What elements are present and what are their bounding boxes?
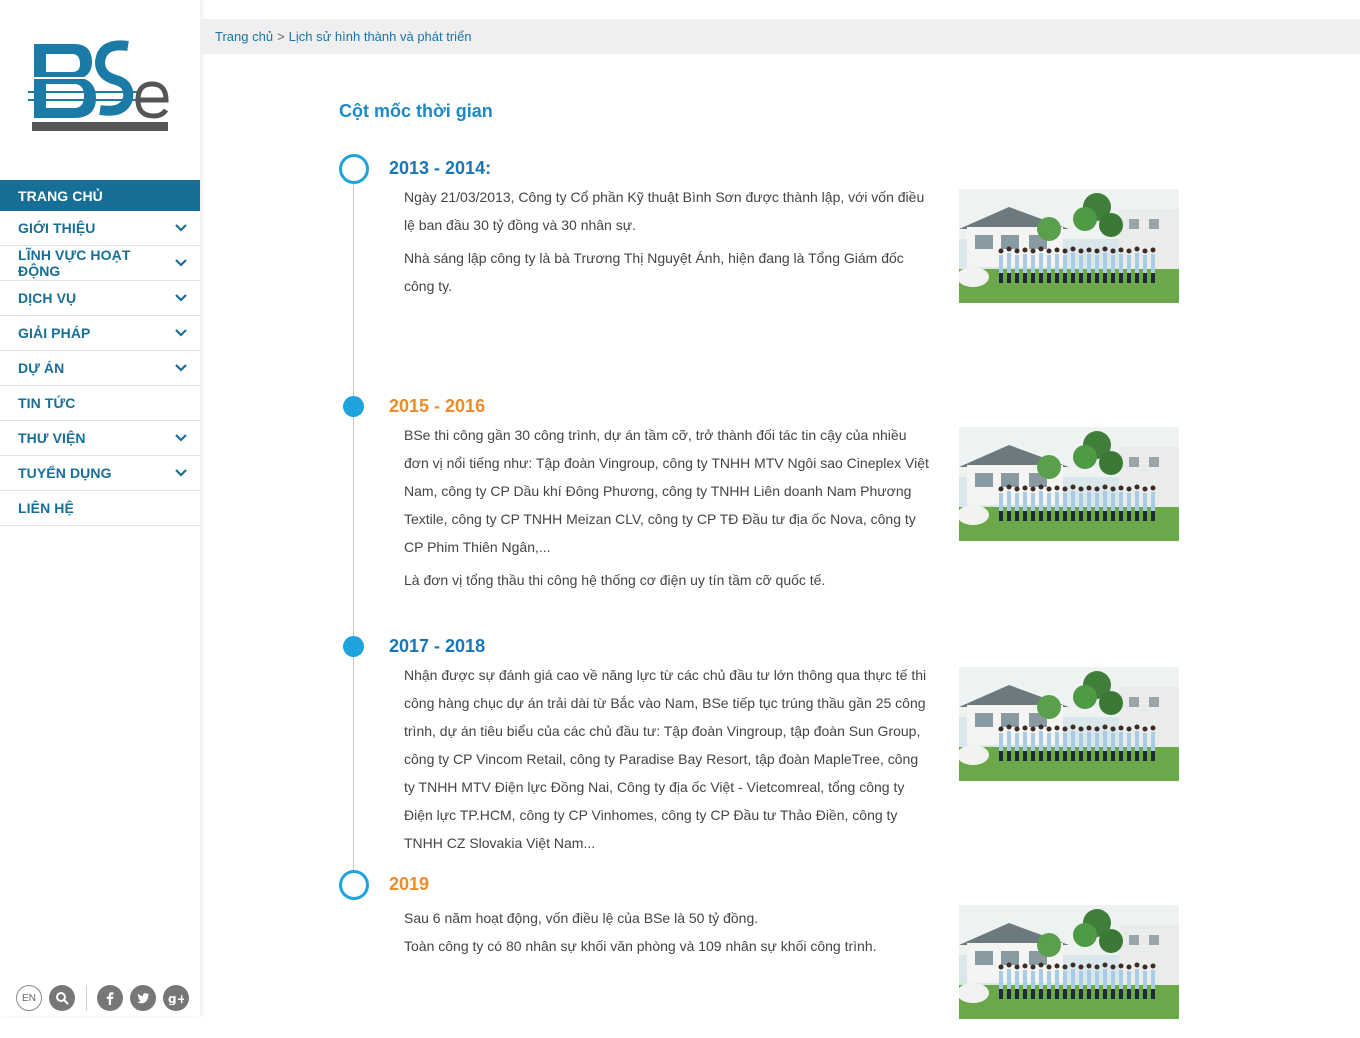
sidebar-item-giai-phap[interactable]: GIẢI PHÁP <box>0 316 200 351</box>
milestone-description: Sau 6 năm hoạt động, vốn điều lệ của BSe… <box>404 904 932 960</box>
sidebar-item-label: DỊCH VỤ <box>18 290 77 306</box>
sidebar-item-label: GIỚI THIỆU <box>18 220 96 236</box>
breadcrumb-home-link[interactable]: Trang chủ <box>215 29 273 44</box>
breadcrumb-separator: > <box>277 29 285 44</box>
milestone-2017-2018: 2017 - 2018 Nhận được sự đánh giá cao về… <box>339 633 1189 863</box>
milestone-year: 2015 - 2016 <box>389 396 486 416</box>
timeline-marker-ring <box>339 870 369 900</box>
google-plus-icon[interactable]: g+ <box>163 985 189 1011</box>
sidebar-item-lien-he[interactable]: LIÊN HỆ <box>0 491 200 526</box>
page-title: Cột mốc thời gian <box>339 101 493 121</box>
sidebar-item-tuyen-dung[interactable]: TUYỂN DỤNG <box>0 456 200 491</box>
chevron-down-icon[interactable] <box>174 326 188 340</box>
team-photo <box>959 905 1179 1019</box>
milestone-paragraph: Là đơn vị tổng thầu thi công hệ thống cơ… <box>404 572 826 588</box>
breadcrumb-current-link[interactable]: Lịch sử hình thành và phát triển <box>289 29 472 44</box>
search-icon[interactable] <box>49 985 75 1011</box>
sidebar-item-linh-vuc-hoat-dong[interactable]: LĨNH VỰC HOẠT ĐỘNG <box>0 246 200 281</box>
breadcrumb: Trang chủ > Lịch sử hình thành và phát t… <box>200 19 1360 54</box>
milestone-description: Ngày 21/03/2013, Công ty Cổ phần Kỹ thuậ… <box>404 183 932 305</box>
sidebar-item-trang-chu[interactable]: TRANG CHỦ <box>0 180 200 211</box>
sidebar-item-du-an[interactable]: DỰ ÁN <box>0 351 200 386</box>
sidebar-item-label: DỰ ÁN <box>18 360 65 376</box>
milestone-paragraph: Sau 6 năm hoạt động, vốn điều lệ của BSe… <box>404 910 759 926</box>
milestone-year: 2013 - 2014: <box>389 158 492 178</box>
svg-text:g+: g+ <box>168 992 184 1005</box>
chevron-down-icon[interactable] <box>174 431 188 445</box>
chevron-down-icon[interactable] <box>174 361 188 375</box>
milestone-paragraph: Nhận được sự đánh giá cao về năng lực từ… <box>404 667 927 851</box>
twitter-icon[interactable] <box>130 985 156 1011</box>
sidebar-item-label: TIN TỨC <box>18 395 76 411</box>
timeline-marker-dot <box>343 396 364 417</box>
sidebar: TRANG CHỦ GIỚI THIỆU LĨNH VỰC HOẠT ĐỘNG DỊC… <box>0 0 200 1016</box>
milestone-paragraph: BSe thi công gần 30 công trình, dự án tầ… <box>404 427 929 555</box>
milestone-description: Nhận được sự đánh giá cao về năng lực từ… <box>404 661 932 862</box>
milestone-2013-2014: 2013 - 2014: Ngày 21/03/2013, Công ty Cổ… <box>339 153 1189 313</box>
sidebar-footer: EN g+ <box>16 985 196 1011</box>
sidebar-item-gioi-thieu[interactable]: GIỚI THIỆU <box>0 211 200 246</box>
sidebar-item-label: TRANG CHỦ <box>18 187 103 204</box>
sidebar-item-label: LĨNH VỰC HOẠT ĐỘNG <box>18 247 131 279</box>
bse-logo[interactable] <box>28 38 172 132</box>
milestone-paragraph: Ngày 21/03/2013, Công ty Cổ phần Kỹ thuậ… <box>404 189 925 233</box>
sidebar-item-dich-vu[interactable]: DỊCH VỤ <box>0 281 200 316</box>
timeline-marker-dot <box>343 636 364 657</box>
milestone-description: BSe thi công gần 30 công trình, dự án tầ… <box>404 421 932 599</box>
language-switch[interactable]: EN <box>16 985 42 1011</box>
milestone-year: 2019 <box>389 874 430 894</box>
team-photo <box>959 667 1179 781</box>
footer-divider <box>86 985 87 1011</box>
sidebar-item-label: LIÊN HỆ <box>18 500 74 516</box>
milestone-paragraph: Nhà sáng lập công ty là bà Trương Thị Ng… <box>404 250 904 294</box>
sidebar-item-label: THƯ VIỆN <box>18 430 86 446</box>
milestone-year: 2017 - 2018 <box>389 636 486 656</box>
sidebar-item-label: GIẢI PHÁP <box>18 325 91 341</box>
sidebar-item-label: TUYỂN DỤNG <box>18 465 112 481</box>
team-photo <box>959 427 1179 541</box>
facebook-icon[interactable] <box>97 985 123 1011</box>
team-photo <box>959 189 1179 303</box>
main-nav: TRANG CHỦ GIỚI THIỆU LĨNH VỰC HOẠT ĐỘNG DỊC… <box>0 180 200 526</box>
sidebar-item-tin-tuc[interactable]: TIN TỨC <box>0 386 200 421</box>
milestone-paragraph: Toàn công ty có 80 nhân sự khối văn phòn… <box>404 938 877 954</box>
chevron-down-icon[interactable] <box>174 256 188 270</box>
timeline-marker-ring <box>339 154 369 184</box>
chevron-down-icon[interactable] <box>174 291 188 305</box>
chevron-down-icon[interactable] <box>174 221 188 235</box>
milestone-2019: 2019 Sau 6 năm hoạt động, vốn điều lệ củ… <box>339 869 1189 1019</box>
language-label: EN <box>22 992 36 1004</box>
milestone-2015-2016: 2015 - 2016 BSe thi công gần 30 công trì… <box>339 393 1189 613</box>
sidebar-item-thu-vien[interactable]: THƯ VIỆN <box>0 421 200 456</box>
chevron-down-icon[interactable] <box>174 466 188 480</box>
